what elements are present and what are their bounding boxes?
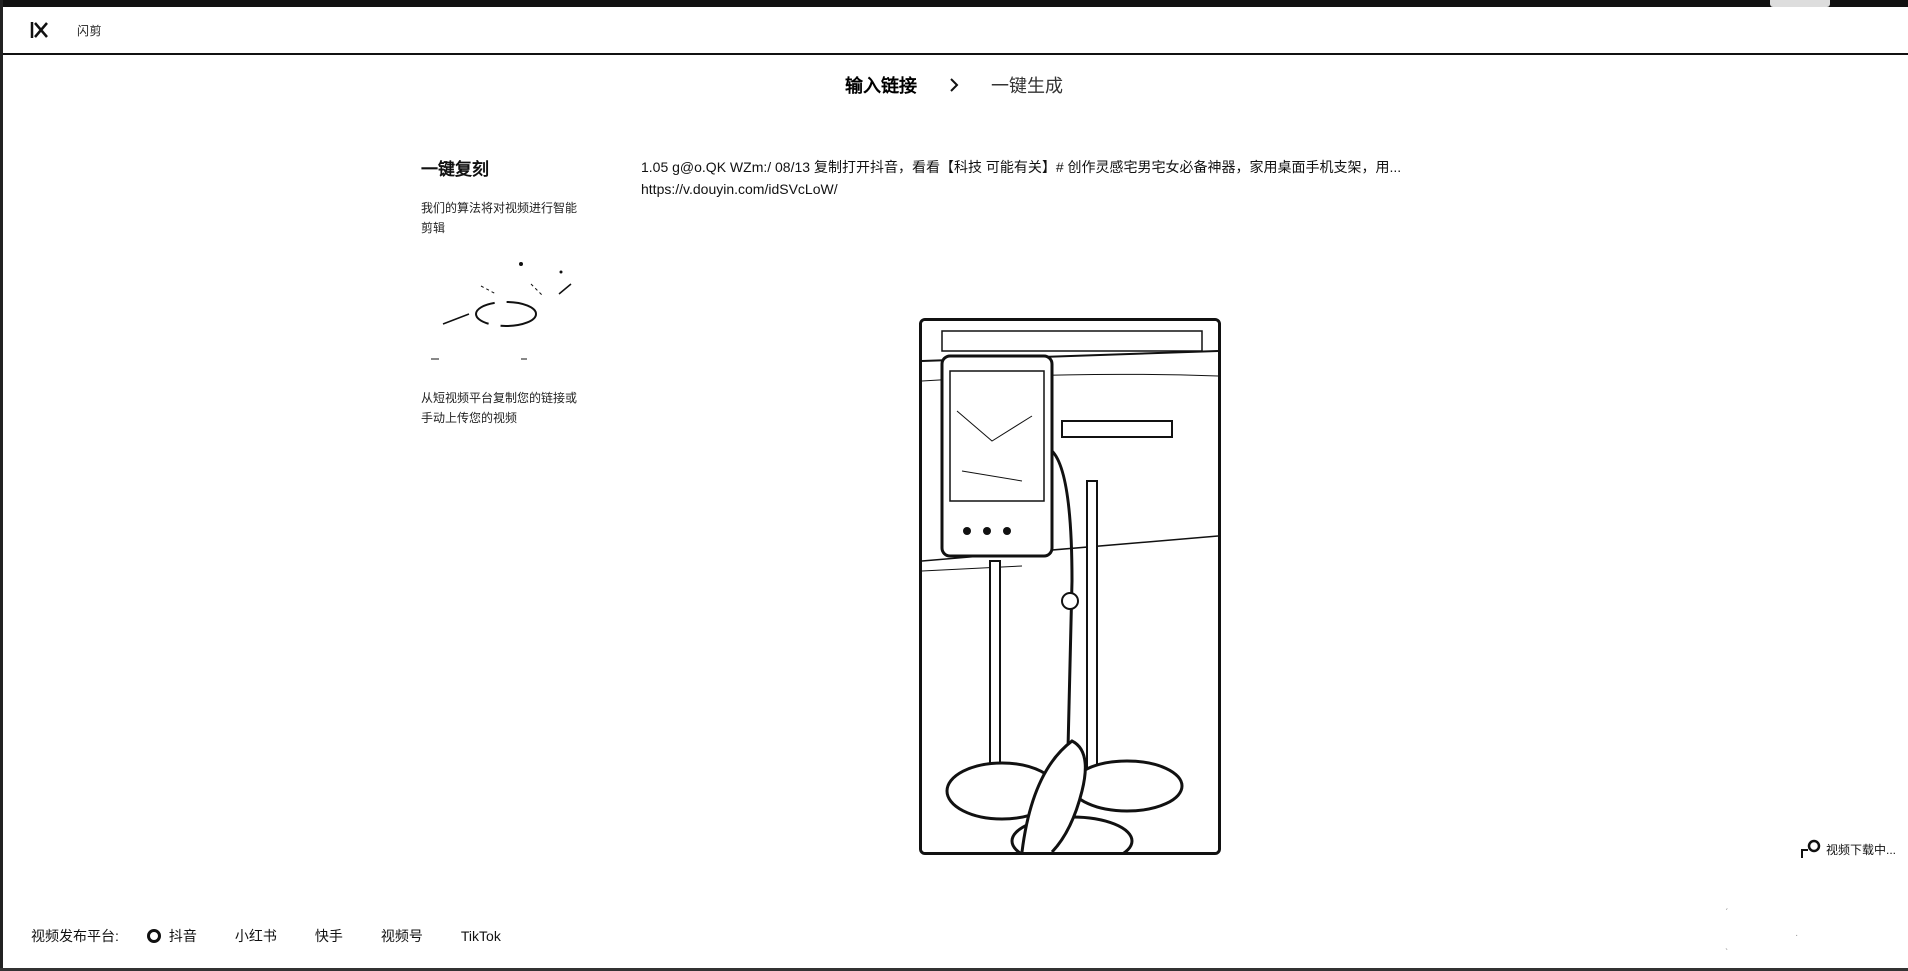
platform-option-douyin[interactable]: 抖音: [146, 926, 197, 946]
chevron-right-icon: [947, 77, 961, 93]
step-indicator: 输入链接 一键生成: [0, 72, 1908, 98]
platform-option-shipinhao[interactable]: 视频号: [381, 926, 423, 946]
step-input-link: 输入链接: [845, 76, 917, 96]
platform-option-label: 视频号: [380, 928, 423, 944]
decorative-mark: ˊ: [1725, 908, 1729, 919]
sidebar-title: 一键复刻: [421, 160, 489, 179]
loading-spinner-icon: [1800, 838, 1822, 860]
window-top-strip: [0, 0, 1908, 7]
download-status: 视频下载中...: [1800, 838, 1896, 860]
sidebar-description: 我们的算法将对视频进行智能剪辑: [421, 201, 578, 235]
platform-option-tiktok[interactable]: TikTok: [461, 928, 501, 944]
platform-label: 视频发布平台:: [31, 928, 119, 944]
link-url: https://v.douyin.com/idSVcLoW/: [641, 181, 838, 197]
sidebar-panel: 一键复刻 我们的算法将对视频进行智能剪辑 从短视频平台复制您的链接或手动上传您的…: [421, 155, 591, 428]
platform-option-label: 抖音: [168, 928, 197, 944]
platform-option-label: TikTok: [460, 928, 501, 944]
link-input-field[interactable]: 1.05 g@o.QK WZm:/ 08/13 复制打开抖音，看看【科技 可能有…: [641, 156, 1421, 200]
sidebar-instruction: 从短视频平台复制您的链接或手动上传您的视频: [421, 391, 578, 425]
radio-selected-icon[interactable]: [146, 929, 161, 943]
app-header: 闪剪: [3, 7, 1908, 55]
video-preview[interactable]: [919, 318, 1221, 855]
platform-selector: 视频发布平台: 抖音 小红书 快手 视频号 TikTok: [31, 926, 539, 946]
app-logo-icon[interactable]: [29, 19, 53, 41]
decorative-mark: ˋ: [1725, 948, 1729, 959]
download-status-label: 视频下载中...: [1826, 843, 1897, 857]
platform-option-label: 快手: [314, 928, 343, 944]
app-name: 闪剪: [77, 23, 103, 38]
window-left-border: [0, 0, 3, 971]
platform-option-xiaohongshu[interactable]: 小红书: [235, 926, 277, 946]
link-text-line: 1.05 g@o.QK WZm:/ 08/13 复制打开抖音，看看【科技 可能有…: [641, 159, 1402, 175]
step-generate: 一键生成: [991, 76, 1063, 96]
link-copy-illustration-icon: [421, 254, 581, 374]
platform-option-label: 小红书: [234, 928, 277, 944]
video-thumbnail: [922, 321, 1218, 852]
platform-option-kuaishou[interactable]: 快手: [315, 926, 343, 946]
window-tab-handle[interactable]: [1770, 0, 1830, 7]
decorative-mark: ·: [1795, 930, 1799, 941]
